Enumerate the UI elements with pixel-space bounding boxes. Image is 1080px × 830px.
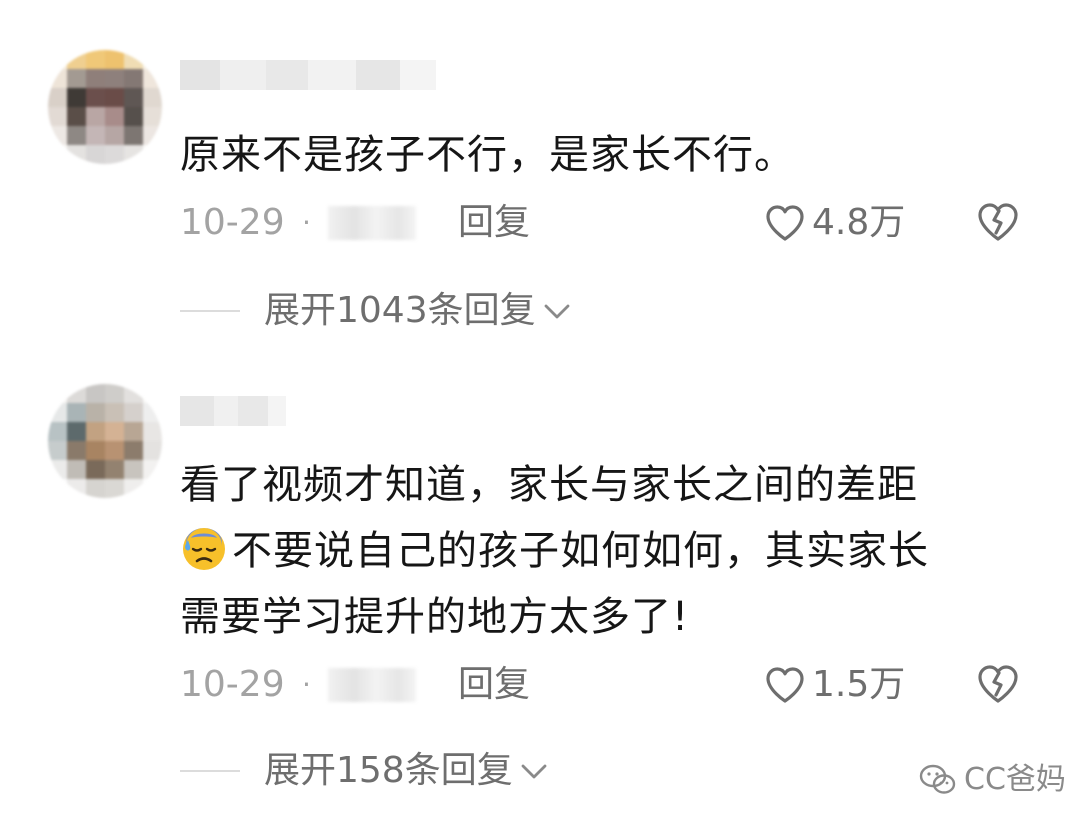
- divider-line: [180, 310, 240, 312]
- comment-date: 10-29: [180, 664, 285, 705]
- meta-separator: ·: [302, 206, 311, 239]
- reply-button[interactable]: 回复: [458, 198, 530, 248]
- downcast-sweat-face-emoji: [183, 528, 225, 570]
- comment-text-line: 不要说自己的孩子如何如何，其实家长: [180, 518, 1020, 584]
- avatar[interactable]: [48, 384, 162, 498]
- avatar[interactable]: [48, 50, 162, 164]
- comment-meta: 10-29 · 回复 1.5万: [180, 660, 1040, 710]
- like-button[interactable]: 1.5万: [764, 660, 905, 710]
- heart-outline-icon: [766, 205, 804, 241]
- watermark-text: CC爸妈: [964, 762, 1066, 797]
- watermark: CC爸妈: [918, 760, 1066, 800]
- username[interactable]: [180, 60, 436, 90]
- comment-text-line: 看了视频才知道，家长与家长之间的差距: [180, 462, 918, 508]
- expand-replies-button[interactable]: 展开158条回复: [180, 746, 549, 796]
- dislike-button[interactable]: [976, 201, 1020, 252]
- comment-text: 原来不是孩子不行，是家长不行。: [180, 132, 795, 178]
- heart-outline-icon: [766, 667, 804, 703]
- chevron-down-icon: [521, 764, 547, 779]
- meta-separator: ·: [302, 668, 311, 701]
- ip-location-blurred: [328, 206, 416, 240]
- wechat-search-icon: [919, 764, 956, 794]
- comment-text-line: 需要学习提升的地方太多了!: [180, 594, 690, 640]
- comment-date: 10-29: [180, 202, 285, 243]
- expand-replies-button[interactable]: 展开1043条回复: [180, 286, 572, 336]
- expand-replies-label: 展开158条回复: [264, 750, 513, 791]
- chevron-down-icon: [544, 304, 570, 319]
- ip-location-blurred: [328, 668, 416, 702]
- username[interactable]: [180, 396, 286, 426]
- broken-heart-icon: [978, 665, 1018, 703]
- divider-line: [180, 770, 240, 772]
- like-button[interactable]: 4.8万: [764, 198, 905, 248]
- expand-replies-label: 展开1043条回复: [264, 290, 536, 331]
- reply-button[interactable]: 回复: [458, 660, 530, 710]
- broken-heart-icon: [978, 203, 1018, 241]
- like-count: 4.8万: [812, 202, 906, 243]
- comment-text-segment: 不要说自己的孩子如何如何，其实家长: [232, 528, 929, 574]
- dislike-button[interactable]: [976, 663, 1020, 714]
- like-count: 1.5万: [812, 664, 906, 705]
- comment-text: 看了视频才知道，家长与家长之间的差距 不要说自己的孩子如何如何，其实家长 需要学…: [180, 452, 1020, 650]
- comment-meta: 10-29 · 回复 4.8万: [180, 198, 1040, 248]
